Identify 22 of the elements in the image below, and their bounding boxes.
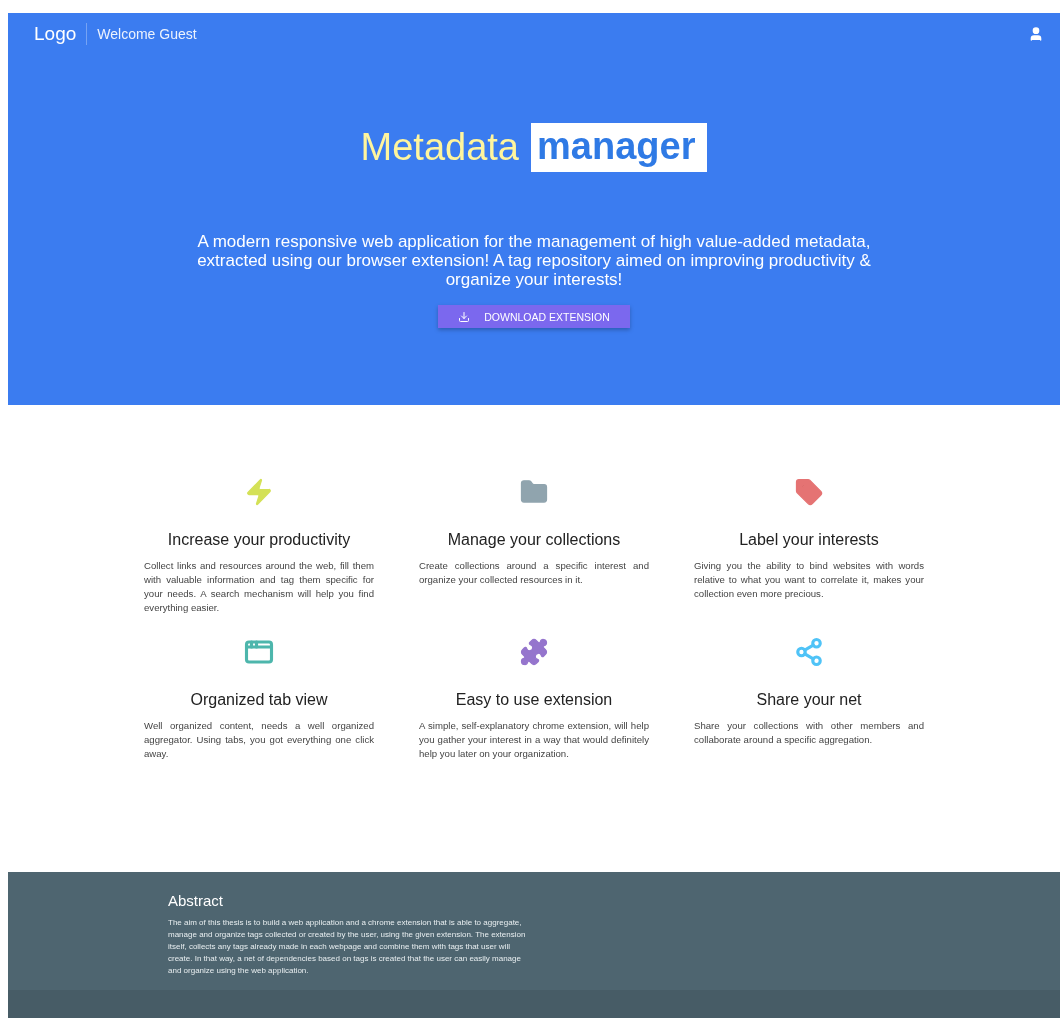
user-icon[interactable] [1028, 26, 1044, 42]
feature-title: Label your interests [739, 531, 879, 549]
welcome-text: Welcome Guest [97, 26, 197, 42]
feature-description: Giving you the ability to bind websites with words relative to what you want to correlate it, makes your collection even more precious. [694, 559, 924, 601]
feature-title: Share your net [756, 691, 862, 709]
abstract-text: The aim of this thesis is to build a web application and a chrome extension that is able to aggregate, manage and organize tags collected or created by the user, using the given extension. The extension itself, collects any tags already made in each webpage and combine them with tags that user will create. In that way, a net of dependencies based on tags is created that the user can easily manage and organize using the web application. [168, 917, 527, 977]
feature-description: A simple, self-explanatory chrome extension, will help you gather your interest in a way that would definitely help you later on your organization. [419, 719, 649, 761]
feature-description: Well organized content, needs a well organized aggregator. Using tabs, you got everything one click away. [144, 719, 374, 761]
feature-description: Collect links and resources around the web, fill them with valuable information and tag them specific for your needs. A search mechanism will help you find everything easier. [144, 559, 374, 615]
feature-title: Organized tab view [190, 691, 328, 709]
feature-title: Easy to use extension [455, 691, 613, 709]
feature-description: Create collections around a specific interest and organize your collected resources in it. [419, 559, 649, 587]
feature-description: Share your collections with other members and collaborate around a specific aggregation. [694, 719, 924, 747]
feature-title: Manage your collections [447, 531, 621, 549]
hero-description: A modern responsive web application for the management of high value-added metadata, extracted using our browser extension! A tag repository aimed on improving productivity & organize your interests! [196, 232, 872, 289]
logo[interactable]: Logo [34, 23, 88, 45]
title-text: Metadata [360, 126, 519, 169]
download-button[interactable]: DOWNLOAD EXTENSION [438, 305, 630, 328]
feature-title: Increase your productivity [167, 531, 351, 549]
abstract-heading: Abstract [168, 892, 225, 909]
download-icon [458, 310, 471, 323]
highlighted-title-text: manager [531, 123, 708, 172]
